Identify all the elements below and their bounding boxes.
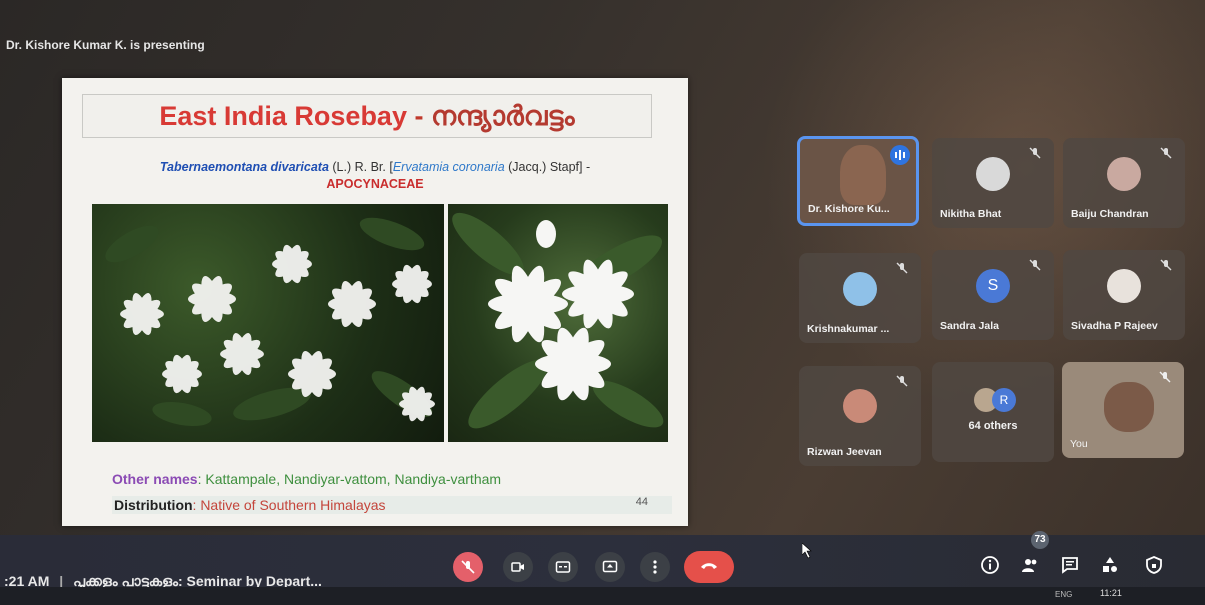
avatar: S: [976, 269, 1010, 303]
participant-name: Baiju Chandran: [1071, 208, 1149, 220]
mouse-cursor-icon: [802, 543, 812, 559]
participant-tile-sandra[interactable]: S Sandra Jala: [932, 250, 1054, 340]
mic-off-icon: [1029, 259, 1041, 271]
captions-button[interactable]: [548, 552, 578, 582]
end-call-icon: [701, 563, 717, 569]
participant-tile-rizwan[interactable]: Rizwan Jeevan: [799, 366, 921, 466]
plant-family: APOCYNACEAE: [326, 177, 424, 191]
scientific-name-line: Tabernaemontana divaricata (L.) R. Br. […: [62, 160, 688, 174]
participant-name: Sivadha P Rajeev: [1071, 320, 1158, 332]
host-controls-icon: [1146, 556, 1162, 574]
distribution: Distribution: Native of Southern Himalay…: [112, 496, 672, 514]
mic-toggle-button[interactable]: [453, 552, 483, 582]
taskbar-language: ENG: [1055, 590, 1073, 599]
participant-tile-others[interactable]: R 64 others: [932, 362, 1054, 462]
mic-off-icon: [896, 262, 908, 274]
meeting-details-button[interactable]: [977, 552, 1003, 578]
people-button[interactable]: [1017, 552, 1043, 578]
leave-call-button[interactable]: [684, 551, 734, 583]
camera-icon: [511, 562, 524, 572]
presenter-video: [840, 145, 886, 205]
chat-button[interactable]: [1057, 552, 1083, 578]
self-video: [1104, 382, 1154, 432]
people-count-badge: 73: [1031, 531, 1049, 549]
avatar: [843, 389, 877, 423]
people-icon: [1022, 559, 1037, 572]
mic-off-icon: [1159, 371, 1171, 383]
scientific-author: (L.) R. Br. [: [328, 160, 393, 174]
present-now-button[interactable]: [595, 552, 625, 582]
mic-off-icon: [1160, 259, 1172, 271]
participant-name: Nikitha Bhat: [940, 208, 1002, 220]
scientific-name: Tabernaemontana divaricata: [159, 160, 329, 174]
participant-name: Dr. Kishore Ku...: [808, 203, 890, 215]
mic-off-icon: [896, 375, 908, 387]
slide-title-malayalam: നന്ദ്യാർവട്ടം: [430, 101, 575, 131]
more-options-button[interactable]: [640, 552, 670, 582]
participant-name: Rizwan Jeevan: [807, 446, 882, 458]
participant-tile-krishnakumar[interactable]: Krishnakumar ...: [799, 253, 921, 343]
participant-tile-sivadha[interactable]: Sivadha P Rajeev: [1063, 250, 1185, 340]
other-names-value: : Kattampale, Nandiyar-vattom, Nandiya-v…: [197, 471, 502, 487]
avatar: [976, 157, 1010, 191]
slide-title: East India Rosebay - നന്ദ്യാർവട്ടം: [82, 94, 652, 138]
presenter-banner: Dr. Kishore Kumar K. is presenting: [6, 38, 205, 52]
flower-photo-right: [448, 204, 668, 442]
participant-tile-presenter[interactable]: Dr. Kishore Ku...: [797, 136, 919, 226]
presentation-slide: East India Rosebay - നന്ദ്യാർവട്ടം Taber…: [62, 78, 688, 526]
synonym-name: Ervatamia coronaria: [392, 160, 505, 174]
other-names-label: Other names: [112, 471, 198, 487]
participant-tile-you[interactable]: You: [1062, 362, 1184, 458]
info-icon: [981, 556, 999, 574]
mic-off-icon: [461, 560, 475, 574]
captions-icon: [555, 561, 571, 573]
other-names: Other names: Kattampale, Nandiyar-vattom…: [112, 471, 501, 487]
screen: Dr. Kishore Kumar K. is presenting East …: [0, 0, 1205, 605]
participant-tile-nikitha[interactable]: Nikitha Bhat: [932, 138, 1054, 228]
slide-title-separator: -: [406, 101, 431, 131]
slide-title-english: East India Rosebay: [159, 101, 407, 131]
avatar: [1107, 157, 1141, 191]
participant-tile-baiju[interactable]: Baiju Chandran: [1063, 138, 1185, 228]
participant-name: 64 others: [968, 420, 1018, 432]
activities-button[interactable]: [1097, 552, 1123, 578]
host-controls-button[interactable]: [1141, 552, 1167, 578]
taskbar-clock: 11:21: [1100, 588, 1122, 598]
others-avatar-initial: R: [992, 388, 1016, 412]
present-icon: [602, 560, 618, 573]
participant-name: Sandra Jala: [940, 320, 999, 332]
participant-name: You: [1070, 438, 1088, 450]
speaking-indicator-icon: [890, 145, 910, 165]
slide-page-number: 44: [635, 496, 648, 508]
flower-photo-left: [92, 204, 444, 442]
participant-name: Krishnakumar ...: [807, 323, 890, 335]
synonym-author: (Jacq.) Stapf] -: [504, 160, 591, 174]
mic-off-icon: [1029, 147, 1041, 159]
avatar: [843, 272, 877, 306]
distribution-value: : Native of Southern Himalayas: [192, 497, 386, 513]
avatar: [1107, 269, 1141, 303]
distribution-label: Distribution: [114, 497, 193, 513]
more-icon: [653, 560, 657, 574]
activities-icon: [1103, 557, 1117, 572]
mic-off-icon: [1160, 147, 1172, 159]
os-taskbar: [0, 587, 1205, 605]
chat-icon: [1062, 557, 1078, 574]
camera-toggle-button[interactable]: [503, 552, 533, 582]
